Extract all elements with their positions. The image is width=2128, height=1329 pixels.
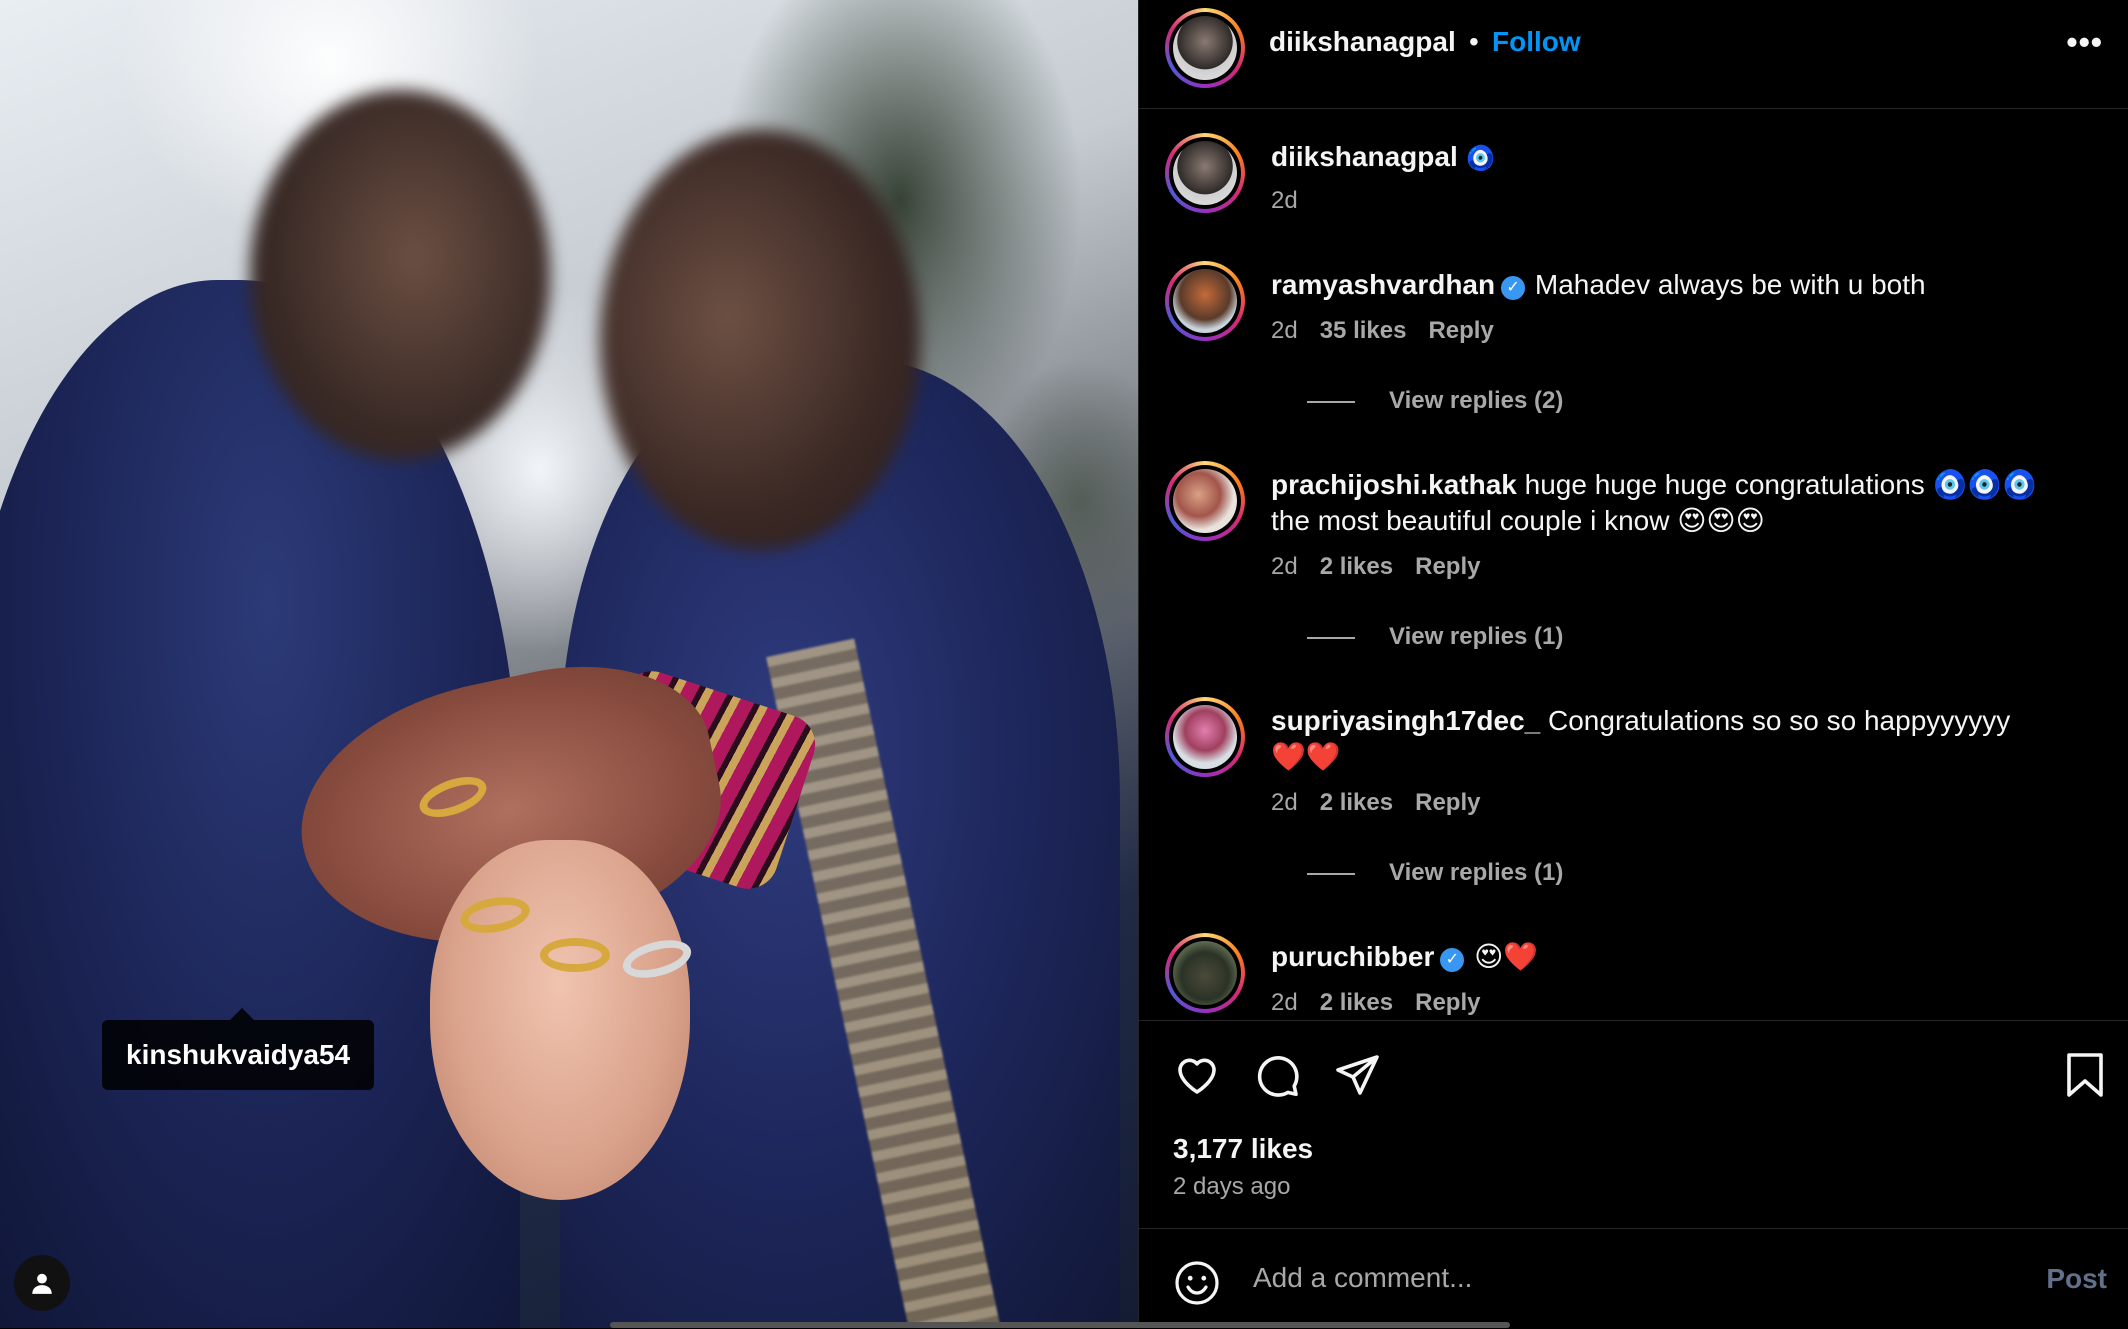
verified-badge-icon: ✓ xyxy=(1440,948,1465,972)
comment-username[interactable]: prachijoshi.kathak xyxy=(1271,469,1517,500)
header-separator: • xyxy=(1469,26,1479,57)
reply-button[interactable]: Reply xyxy=(1415,789,1480,816)
caption-meta: 2d xyxy=(1271,187,1320,215)
photo-groom-head xyxy=(250,90,550,460)
comment-likes[interactable]: 35 likes xyxy=(1320,317,1407,344)
comment-likes[interactable]: 2 likes xyxy=(1320,989,1393,1016)
reply-button[interactable]: Reply xyxy=(1415,989,1480,1016)
reply-button[interactable]: Reply xyxy=(1415,553,1480,580)
emoji-icon[interactable] xyxy=(1173,1259,1221,1307)
post-photo[interactable]: kinshukvaidya54 xyxy=(0,0,1138,1328)
comments-list[interactable]: diikshanagpal 🧿 2d ramyashvardhan ✓ Mahad… xyxy=(1139,109,2128,1019)
comment-likes[interactable]: 2 likes xyxy=(1320,789,1393,816)
heart-icon[interactable] xyxy=(1173,1051,1221,1099)
comment-body: supriyasingh17dec_ Congratulations so so… xyxy=(1271,703,2051,775)
photo-bride-head xyxy=(600,130,920,550)
comment-icon[interactable] xyxy=(1253,1051,1301,1099)
comment-username[interactable]: ramyashvardhan xyxy=(1271,269,1495,300)
likes-count[interactable]: 3,177 likes xyxy=(1173,1133,1313,1165)
comment-meta: 2d 2 likes Reply xyxy=(1271,989,1502,1017)
comment-likes[interactable]: 2 likes xyxy=(1320,553,1393,580)
post-actions: 3,177 likes 2 days ago xyxy=(1139,1020,2128,1229)
view-replies-button[interactable]: View replies (1) xyxy=(1307,859,1563,887)
photo-ring xyxy=(540,938,610,972)
caption-username[interactable]: diikshanagpal xyxy=(1271,141,1458,172)
horizontal-scrollbar[interactable] xyxy=(610,1322,1510,1328)
comment-body: prachijoshi.kathak huge huge huge congra… xyxy=(1271,467,2051,539)
user-tag-icon[interactable] xyxy=(14,1255,70,1311)
bookmark-icon[interactable] xyxy=(2063,1051,2107,1099)
photo-lower-hand xyxy=(430,840,690,1200)
comment-time: 2d xyxy=(1271,989,1298,1016)
post-sidebar: diikshanagpal • Follow ••• diikshanagpal… xyxy=(1138,0,2128,1328)
post-timestamp[interactable]: 2 days ago xyxy=(1173,1173,1290,1201)
caption-body: diikshanagpal 🧿 xyxy=(1271,139,2051,177)
comment-meta: 2d 2 likes Reply xyxy=(1271,553,1502,581)
comment-body: puruchibber ✓ 😍❤️ xyxy=(1271,939,2051,975)
comment-input[interactable] xyxy=(1251,1255,1955,1301)
comment-avatar[interactable] xyxy=(1165,461,1245,541)
comment-body: ramyashvardhan ✓ Mahadev always be with u… xyxy=(1271,267,2051,303)
author-avatar[interactable] xyxy=(1165,8,1245,88)
comment-username[interactable]: puruchibber xyxy=(1271,941,1434,972)
comment-avatar[interactable] xyxy=(1165,697,1245,777)
follow-button[interactable]: Follow xyxy=(1492,26,1581,58)
post-comment-button[interactable]: Post xyxy=(2046,1263,2107,1295)
comment-time: 2d xyxy=(1271,317,1298,344)
nazar-badge-icon: 🧿 xyxy=(1465,145,1496,172)
share-icon[interactable] xyxy=(1333,1051,1381,1099)
caption-time: 2d xyxy=(1271,187,1298,214)
view-replies-button[interactable]: View replies (2) xyxy=(1307,387,1563,415)
comment-avatar[interactable] xyxy=(1165,261,1245,341)
add-comment-bar: Post xyxy=(1139,1228,2128,1329)
comment-username[interactable]: supriyasingh17dec_ xyxy=(1271,705,1540,736)
more-options-icon[interactable]: ••• xyxy=(2066,24,2103,61)
comment-meta: 2d 35 likes Reply xyxy=(1271,317,1516,345)
comment-time: 2d xyxy=(1271,553,1298,580)
view-replies-button[interactable]: View replies (1) xyxy=(1307,623,1563,651)
verified-badge-icon: ✓ xyxy=(1501,276,1526,300)
comment-text: Mahadev always be with u both xyxy=(1534,269,1926,300)
comment-meta: 2d 2 likes Reply xyxy=(1271,789,1502,817)
comment-text: 😍❤️ xyxy=(1474,941,1539,972)
tagged-user-label[interactable]: kinshukvaidya54 xyxy=(102,1008,375,1090)
reply-button[interactable]: Reply xyxy=(1428,317,1493,344)
caption-avatar[interactable] xyxy=(1165,133,1245,213)
post-header: diikshanagpal • Follow ••• xyxy=(1139,0,2128,109)
photo-hands xyxy=(277,639,760,1200)
comment-avatar[interactable] xyxy=(1165,933,1245,1013)
comment-time: 2d xyxy=(1271,789,1298,816)
author-username[interactable]: diikshanagpal xyxy=(1269,26,1456,58)
